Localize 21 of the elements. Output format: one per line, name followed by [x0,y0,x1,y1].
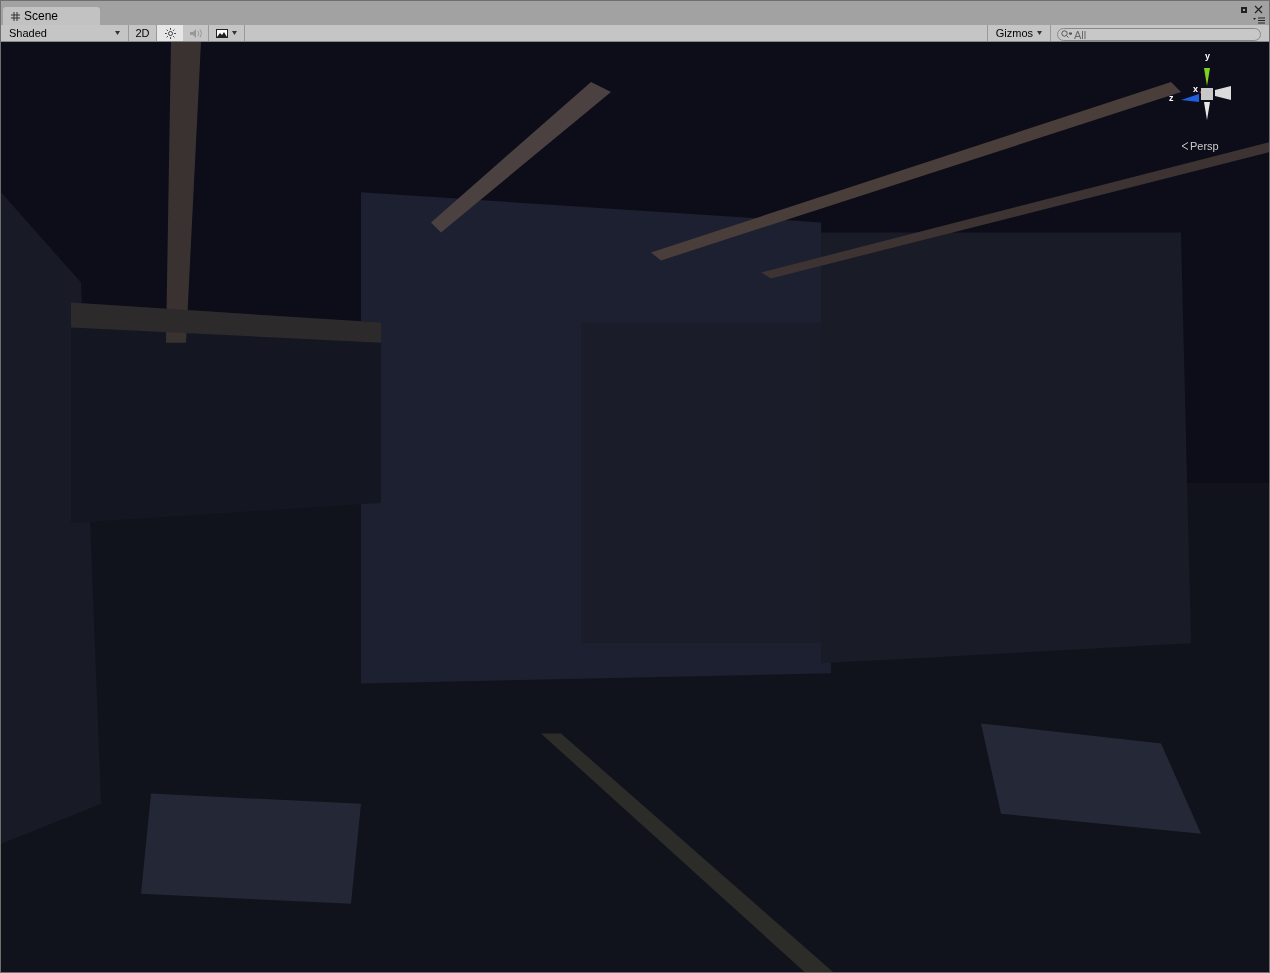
z-axis-label: z [1169,92,1174,105]
gizmos-dropdown[interactable]: Gizmos [986,25,1051,41]
image-icon [216,28,228,38]
close-icon[interactable] [1254,5,1263,14]
grid-icon [11,11,20,21]
search-icon [1061,29,1072,38]
search-field[interactable]: All [1057,28,1261,41]
caret-icon [115,31,120,35]
caret-icon [1037,31,1042,35]
lighting-toggle[interactable] [157,25,183,41]
speaker-icon [189,27,202,39]
y-axis-label: y [1205,50,1210,63]
caret-icon [232,31,237,35]
projection-label[interactable]: Persp [1181,138,1219,155]
menu-icon[interactable] [1253,17,1265,24]
tab[interactable]: Scene [3,7,100,25]
chevron-icon [1181,142,1188,151]
maximize-icon[interactable] [1241,7,1247,13]
x-axis-label: x [1193,83,1198,96]
sun-icon [164,27,176,39]
draw-mode-dropdown[interactable]: Shaded [1,25,129,41]
